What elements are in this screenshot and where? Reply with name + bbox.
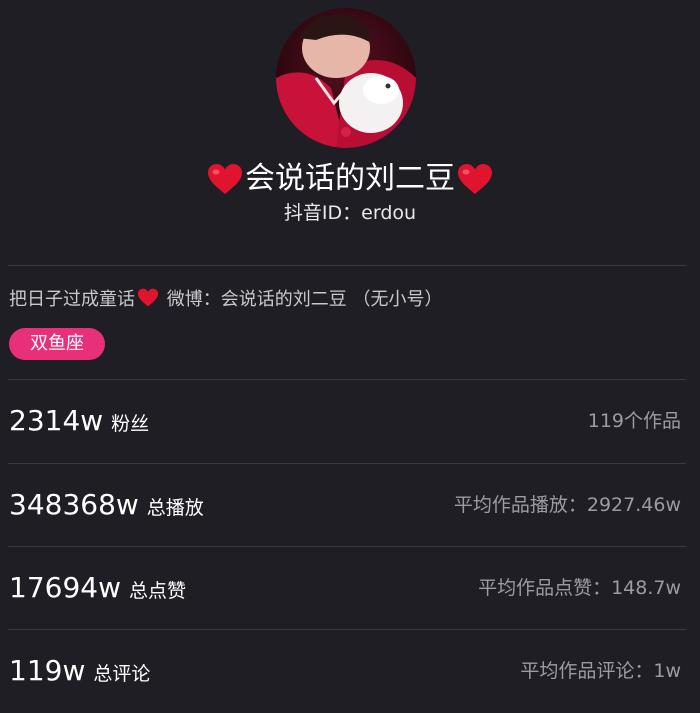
total-plays: 348368w <box>9 488 139 521</box>
fans-label: 粉丝 <box>111 413 150 435</box>
avg-likes: 平均作品点赞：148.7w <box>478 577 681 599</box>
profile-name: 会说话的刘二豆 <box>245 160 455 196</box>
douyin-id: 抖音ID：erdou <box>283 202 417 224</box>
profile-name-row: 会说话的刘二豆 <box>0 155 700 201</box>
divider <box>8 546 686 547</box>
bio: 把日子过成童话 微博：会说话的刘二豆 （无小号） <box>9 285 442 311</box>
stat-left: 2314w 粉丝 <box>9 404 149 437</box>
stat-left: 119w 总评论 <box>9 654 150 687</box>
avatar[interactable] <box>276 8 416 148</box>
works-count[interactable]: 119个作品 <box>588 406 681 433</box>
avg-comments: 平均作品评论：1w <box>520 660 681 682</box>
bio-weibo: 微博：会说话的刘二豆 （无小号） <box>161 289 443 310</box>
heart-icon <box>207 163 243 195</box>
stat-left: 17694w 总点赞 <box>9 571 186 604</box>
fans-count: 2314w <box>9 404 104 437</box>
total-likes: 17694w <box>9 571 121 604</box>
bio-text: 把日子过成童话 <box>9 289 135 310</box>
stat-row-fans: 2314w 粉丝 119个作品 <box>9 395 681 445</box>
profile-page: 会说话的刘二豆 抖音ID：erdou 把日子过成童话 微博：会说话的刘二豆 （无… <box>0 0 700 713</box>
heart-icon <box>457 163 493 195</box>
total-plays-label: 总播放 <box>146 497 204 519</box>
stat-row-comments: 119w 总评论 平均作品评论：1w <box>9 645 681 695</box>
avatar-photo-icon <box>276 8 416 148</box>
total-comments-label: 总评论 <box>93 663 151 685</box>
divider <box>8 265 686 266</box>
stat-left: 348368w 总播放 <box>9 488 204 521</box>
heart-icon <box>137 288 159 307</box>
divider <box>8 379 686 380</box>
total-comments: 119w <box>9 654 86 687</box>
divider <box>8 629 686 630</box>
divider <box>8 463 686 464</box>
total-likes-label: 总点赞 <box>128 580 186 602</box>
avg-plays: 平均作品播放：2927.46w <box>453 494 681 516</box>
zodiac-tag[interactable]: 双鱼座 <box>9 328 105 360</box>
stat-row-plays: 348368w 总播放 平均作品播放：2927.46w <box>9 479 681 529</box>
stat-row-likes: 17694w 总点赞 平均作品点赞：148.7w <box>9 562 681 612</box>
